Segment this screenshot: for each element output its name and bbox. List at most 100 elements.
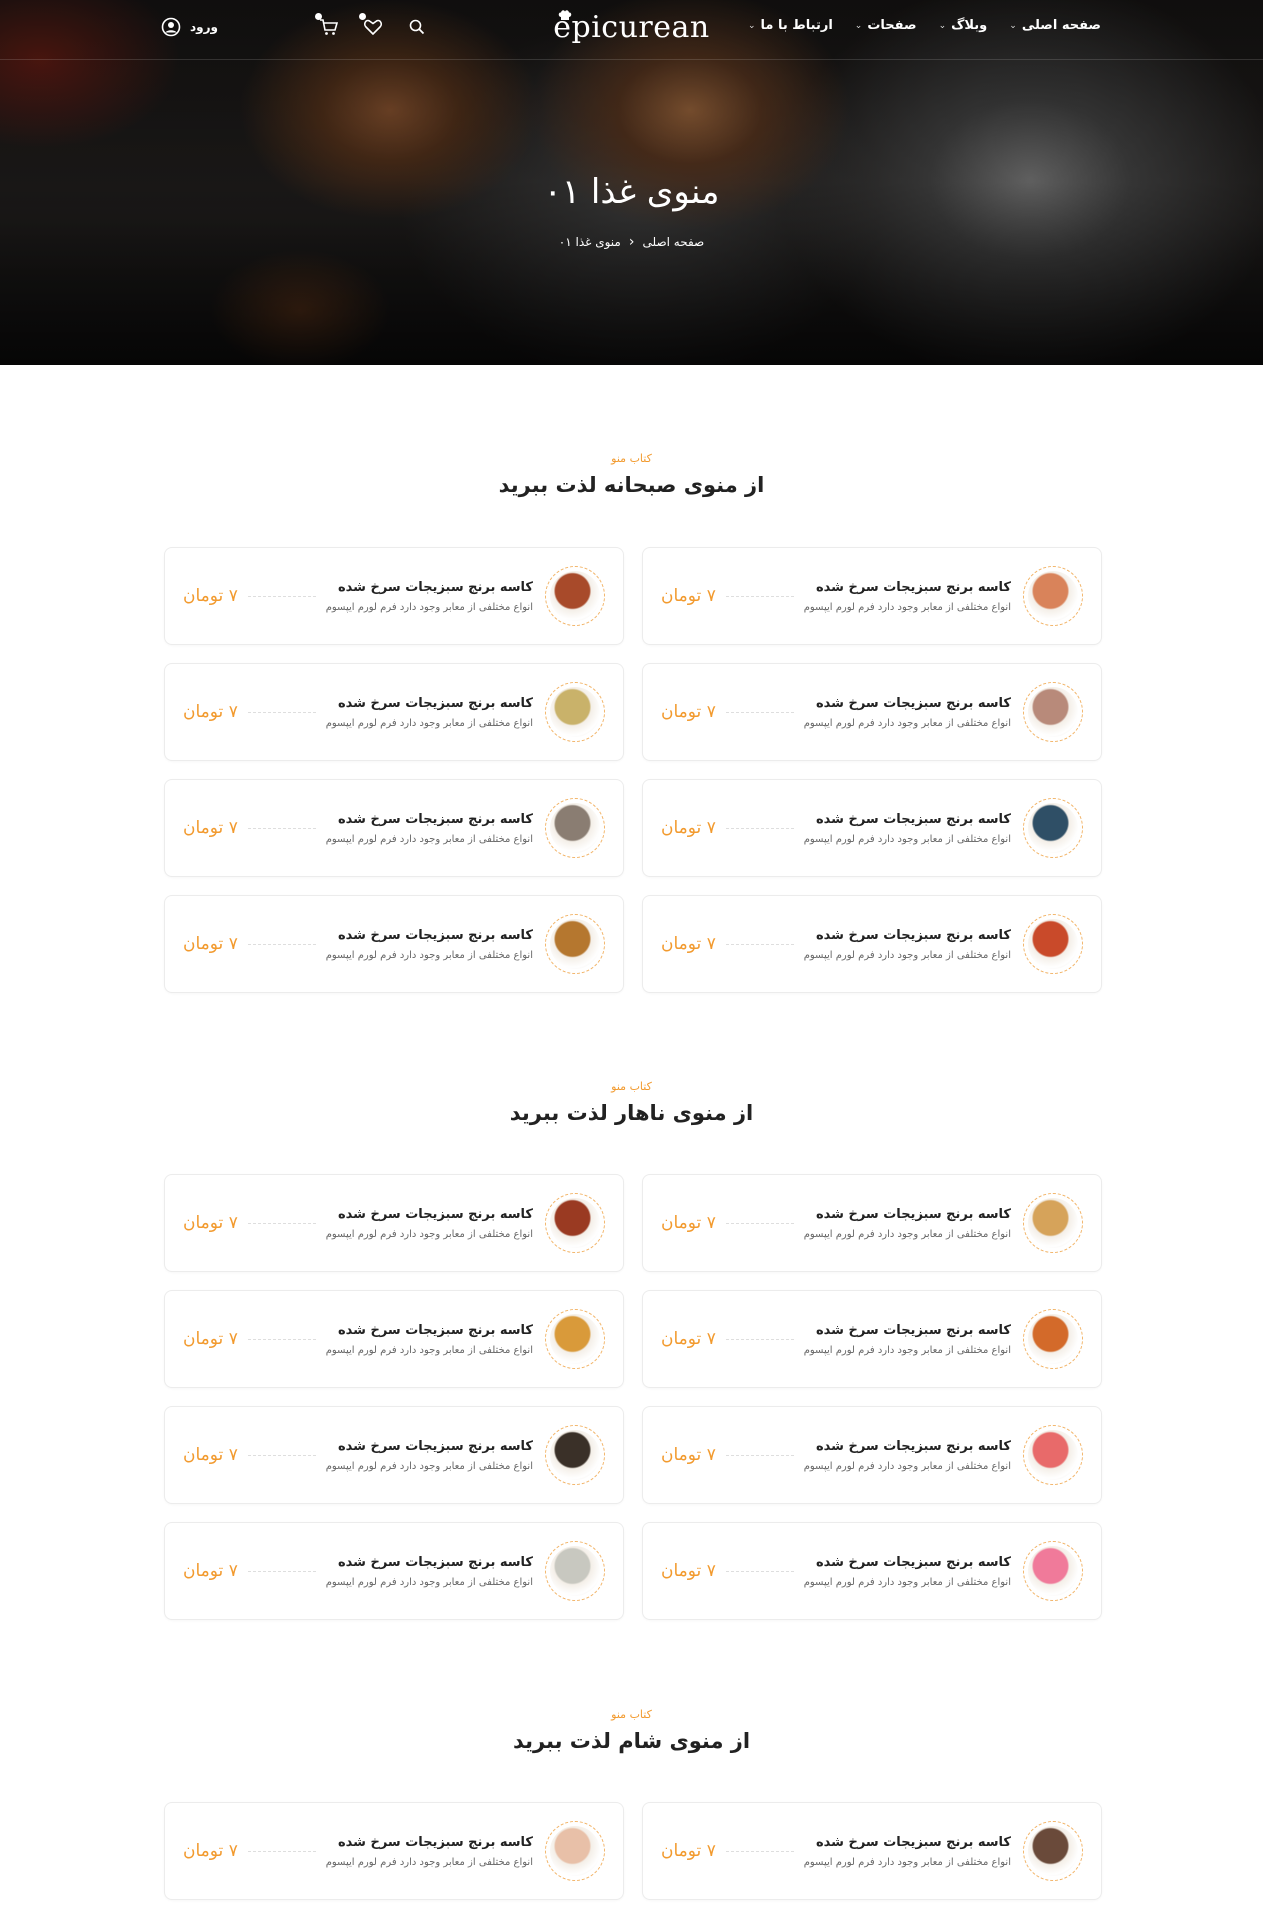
menu-item-name[interactable]: کاسه برنج سبزیجات سرخ شده [804, 1835, 1011, 1850]
menu-item-name[interactable]: کاسه برنج سبزیجات سرخ شده [326, 1439, 533, 1454]
menu-item-info: کاسه برنج سبزیجات سرخ شده انواع مختلفی ا… [804, 580, 1011, 613]
menu-item-name[interactable]: کاسه برنج سبزیجات سرخ شده [326, 580, 533, 595]
menu-item-thumbnail[interactable] [1023, 1193, 1083, 1253]
menu-item-price: ۷ تومان [183, 1329, 238, 1349]
menu-item-info: کاسه برنج سبزیجات سرخ شده انواع مختلفی ا… [804, 928, 1011, 961]
menu-item-card[interactable]: کاسه برنج سبزیجات سرخ شده انواع مختلفی ا… [642, 1522, 1102, 1620]
section-eyebrow: کتاب منو [611, 452, 652, 465]
menu-item-thumbnail[interactable] [545, 1425, 605, 1485]
menu-item-info: کاسه برنج سبزیجات سرخ شده انواع مختلفی ا… [326, 812, 533, 845]
menu-item-card[interactable]: کاسه برنج سبزیجات سرخ شده انواع مختلفی ا… [164, 895, 624, 993]
menu-item-thumbnail[interactable] [1023, 1309, 1083, 1369]
menu-item-card[interactable]: کاسه برنج سبزیجات سرخ شده انواع مختلفی ا… [642, 1174, 1102, 1272]
login-button[interactable]: ورود [160, 16, 218, 38]
login-label: ورود [190, 20, 218, 34]
food-plate-image [550, 1546, 600, 1596]
menu-item-name[interactable]: کاسه برنج سبزیجات سرخ شده [326, 812, 533, 827]
food-plate-image [1028, 1826, 1078, 1876]
menu-item-thumbnail[interactable] [1023, 914, 1083, 974]
menu-item-card[interactable]: کاسه برنج سبزیجات سرخ شده انواع مختلفی ا… [642, 1406, 1102, 1504]
menu-item-description: انواع مختلفی از معابر وجود دارد فرم لورم… [803, 949, 1011, 961]
menu-item-card[interactable]: کاسه برنج سبزیجات سرخ شده انواع مختلفی ا… [164, 1406, 624, 1504]
dinner-menu-section: کتاب منو از منوی شام لذت ببرید [0, 1708, 1263, 1753]
menu-item-card[interactable]: کاسه برنج سبزیجات سرخ شده انواع مختلفی ا… [164, 1522, 624, 1620]
menu-item-name[interactable]: کاسه برنج سبزیجات سرخ شده [326, 1835, 533, 1850]
menu-item-card[interactable]: کاسه برنج سبزیجات سرخ شده انواع مختلفی ا… [164, 1290, 624, 1388]
menu-item-thumbnail[interactable] [545, 1821, 605, 1881]
menu-item-thumbnail[interactable] [545, 566, 605, 626]
breakfast-menu-section: کتاب منو از منوی صبحانه لذت ببرید [0, 452, 1263, 497]
menu-item-name[interactable]: کاسه برنج سبزیجات سرخ شده [804, 1555, 1011, 1570]
menu-item-price: ۷ تومان [661, 1445, 716, 1465]
menu-item-card[interactable]: کاسه برنج سبزیجات سرخ شده انواع مختلفی ا… [164, 663, 624, 761]
menu-item-name[interactable]: کاسه برنج سبزیجات سرخ شده [326, 928, 533, 943]
menu-item-card[interactable]: کاسه برنج سبزیجات سرخ شده انواع مختلفی ا… [642, 663, 1102, 761]
menu-item-thumbnail[interactable] [1023, 1425, 1083, 1485]
menu-item-price: ۷ تومان [183, 1213, 238, 1233]
search-icon[interactable] [406, 16, 428, 38]
menu-item-card[interactable]: کاسه برنج سبزیجات سرخ شده انواع مختلفی ا… [164, 1802, 624, 1900]
dotted-divider [725, 1850, 794, 1852]
menu-item-card[interactable]: کاسه برنج سبزیجات سرخ شده انواع مختلفی ا… [642, 1290, 1102, 1388]
menu-item-thumbnail[interactable] [1023, 1541, 1083, 1601]
heart-icon[interactable] [358, 13, 384, 38]
menu-item-description: انواع مختلفی از معابر وجود دارد فرم لورم… [803, 717, 1011, 729]
menu-item-name[interactable]: کاسه برنج سبزیجات سرخ شده [804, 928, 1011, 943]
menu-item-thumbnail[interactable] [545, 1193, 605, 1253]
menu-item-name[interactable]: کاسه برنج سبزیجات سرخ شده [326, 1555, 533, 1570]
menu-item-card[interactable]: کاسه برنج سبزیجات سرخ شده انواع مختلفی ا… [642, 547, 1102, 645]
menu-item-thumbnail[interactable] [545, 914, 605, 974]
menu-item-name[interactable]: کاسه برنج سبزیجات سرخ شده [804, 1323, 1011, 1338]
food-plate-image [1028, 1314, 1078, 1364]
menu-item-info: کاسه برنج سبزیجات سرخ شده انواع مختلفی ا… [804, 812, 1011, 845]
menu-item-name[interactable]: کاسه برنج سبزیجات سرخ شده [326, 1207, 533, 1222]
menu-item-info: کاسه برنج سبزیجات سرخ شده انواع مختلفی ا… [326, 1323, 533, 1356]
menu-item-thumbnail[interactable] [1023, 798, 1083, 858]
menu-item-info: کاسه برنج سبزیجات سرخ شده انواع مختلفی ا… [804, 1439, 1011, 1472]
chef-hat-icon [558, 10, 572, 26]
menu-item-name[interactable]: کاسه برنج سبزیجات سرخ شده [326, 1323, 533, 1338]
menu-item-info: کاسه برنج سبزیجات سرخ شده انواع مختلفی ا… [804, 1207, 1011, 1240]
food-plate-image [1028, 1546, 1078, 1596]
menu-item-name[interactable]: کاسه برنج سبزیجات سرخ شده [804, 812, 1011, 827]
menu-item-name[interactable]: کاسه برنج سبزیجات سرخ شده [804, 696, 1011, 711]
breadcrumb-current: منوی غذا ۰۱ [558, 235, 621, 249]
section-title: از منوی شام لذت ببرید [512, 1729, 751, 1753]
menu-item-thumbnail[interactable] [545, 682, 605, 742]
menu-item-thumbnail[interactable] [1023, 1821, 1083, 1881]
menu-item-price: ۷ تومان [661, 586, 716, 606]
dotted-divider [247, 1570, 316, 1572]
dotted-divider [725, 827, 794, 829]
menu-item-name[interactable]: کاسه برنج سبزیجات سرخ شده [804, 1439, 1011, 1454]
menu-item-name[interactable]: کاسه برنج سبزیجات سرخ شده [804, 1207, 1011, 1222]
menu-item-price: ۷ تومان [183, 818, 238, 838]
menu-item-price: ۷ تومان [661, 934, 716, 954]
menu-item-name[interactable]: کاسه برنج سبزیجات سرخ شده [804, 580, 1011, 595]
menu-item-price: ۷ تومان [183, 702, 238, 722]
menu-item-thumbnail[interactable] [545, 1541, 605, 1601]
menu-item-description: انواع مختلفی از معابر وجود دارد فرم لورم… [803, 833, 1011, 845]
menu-item-card[interactable]: کاسه برنج سبزیجات سرخ شده انواع مختلفی ا… [164, 547, 624, 645]
breadcrumb-home[interactable]: صفحه اصلی [642, 235, 704, 249]
page-title: منوی غذا ۰۱ [543, 172, 720, 212]
menu-item-thumbnail[interactable] [545, 1309, 605, 1369]
menu-item-description: انواع مختلفی از معابر وجود دارد فرم لورم… [803, 601, 1011, 613]
menu-item-card[interactable]: کاسه برنج سبزیجات سرخ شده انواع مختلفی ا… [642, 895, 1102, 993]
menu-item-thumbnail[interactable] [1023, 566, 1083, 626]
menu-item-info: کاسه برنج سبزیجات سرخ شده انواع مختلفی ا… [326, 696, 533, 729]
section-eyebrow: کتاب منو [611, 1080, 652, 1093]
menu-item-card[interactable]: کاسه برنج سبزیجات سرخ شده انواع مختلفی ا… [642, 1802, 1102, 1900]
dotted-divider [725, 595, 794, 597]
menu-item-card[interactable]: کاسه برنج سبزیجات سرخ شده انواع مختلفی ا… [164, 779, 624, 877]
menu-item-price: ۷ تومان [661, 1213, 716, 1233]
cart-icon[interactable] [314, 13, 340, 38]
dotted-divider [247, 1454, 316, 1456]
menu-item-card[interactable]: کاسه برنج سبزیجات سرخ شده انواع مختلفی ا… [642, 779, 1102, 877]
menu-item-name[interactable]: کاسه برنج سبزیجات سرخ شده [326, 696, 533, 711]
food-plate-image [1028, 919, 1078, 969]
menu-item-card[interactable]: کاسه برنج سبزیجات سرخ شده انواع مختلفی ا… [164, 1174, 624, 1272]
menu-item-thumbnail[interactable] [1023, 682, 1083, 742]
menu-item-description: انواع مختلفی از معابر وجود دارد فرم لورم… [325, 1344, 533, 1356]
lunch-menu-section: کتاب منو از منوی ناهار لذت ببرید [0, 1080, 1263, 1125]
menu-item-thumbnail[interactable] [545, 798, 605, 858]
